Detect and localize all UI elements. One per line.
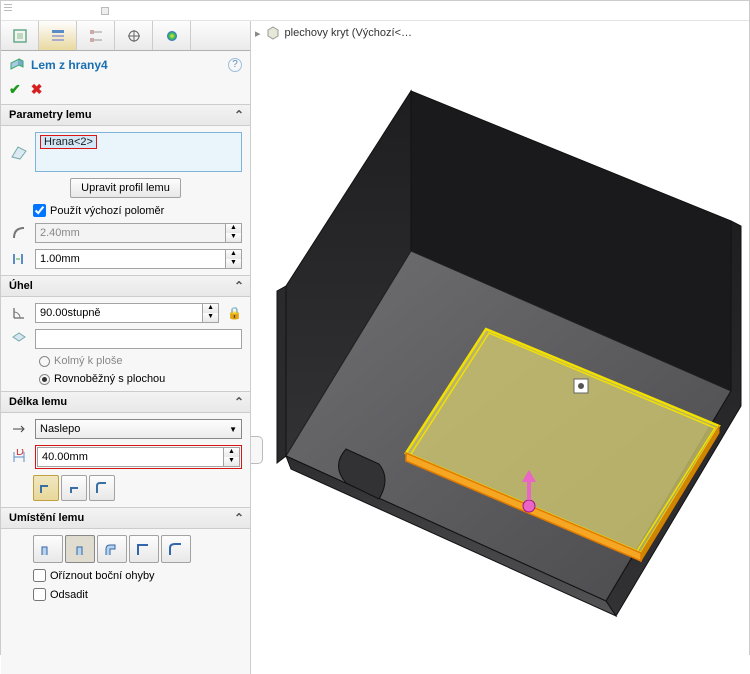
face-select-icon (9, 331, 29, 347)
gap-distance-icon (9, 251, 29, 267)
chevron-up-icon: ⌃ (234, 395, 244, 409)
model-preview (271, 61, 750, 641)
tab-feature-manager[interactable] (1, 21, 39, 50)
angle-input[interactable] (35, 303, 203, 323)
spinner-buttons[interactable]: ▲▼ (226, 249, 242, 269)
feature-title: Lem z hrany4 (31, 58, 108, 72)
tab-display-manager[interactable] (153, 21, 191, 50)
position-tangent-button[interactable] (161, 535, 191, 563)
graphics-viewport[interactable]: ▸ plechovy kryt (Výchozí<… (251, 21, 749, 674)
part-icon (265, 25, 281, 41)
length-ref-tangent-button[interactable] (89, 475, 115, 501)
svg-text:D: D (16, 449, 24, 458)
accept-button[interactable]: ✔ (9, 81, 21, 98)
chevron-up-icon: ⌃ (234, 511, 244, 525)
section-flange-parameters-header[interactable]: Parametry lemu ⌃ (1, 104, 250, 126)
breadcrumb-caret-icon[interactable]: ▸ (255, 27, 261, 40)
trim-side-bends-checkbox[interactable]: Oříznout boční ohyby (9, 569, 242, 582)
position-material-inside-button[interactable] (33, 535, 63, 563)
use-default-radius-checkbox[interactable]: Použít výchozí poloměr (9, 204, 242, 217)
breadcrumb: ▸ plechovy kryt (Výchozí<… (255, 25, 412, 41)
cancel-button[interactable]: ✖ (31, 81, 43, 98)
edge-selection-list[interactable]: Hrana<2> (35, 132, 242, 172)
edge-flange-icon (9, 57, 25, 73)
window-handle-icon (101, 7, 109, 15)
section-title: Úhel (9, 280, 33, 292)
chevron-down-icon: ▼ (229, 425, 237, 434)
spinner-buttons[interactable]: ▲▼ (203, 303, 219, 323)
help-icon[interactable]: ? (228, 58, 242, 72)
end-condition-combo[interactable]: Naslepo▼ (35, 419, 242, 439)
lock-icon[interactable]: 🔒 (227, 306, 242, 320)
position-virtual-sharp-button[interactable] (129, 535, 159, 563)
reference-face-input[interactable] (35, 329, 242, 349)
length-ref-inner-virtual-button[interactable] (61, 475, 87, 501)
angle-icon (9, 305, 29, 321)
spinner-buttons[interactable]: ▲▼ (224, 447, 240, 467)
length-ref-outer-virtual-button[interactable] (33, 475, 59, 501)
section-angle-header[interactable]: Úhel ⌃ (1, 275, 250, 297)
end-condition-icon (9, 421, 29, 437)
flange-length-input[interactable] (37, 447, 224, 467)
section-title: Délka lemu (9, 396, 67, 408)
panel-tabs (1, 21, 250, 51)
tab-configuration-manager[interactable] (77, 21, 115, 50)
edit-flange-profile-button[interactable]: Upravit profil lemu (70, 178, 181, 198)
property-manager-panel: Lem z hrany4 ? ✔ ✖ Parametry lemu ⌃ Hran… (1, 21, 251, 674)
parallel-radio: Rovnoběžný s plochou (9, 373, 242, 385)
gap-distance-input[interactable] (35, 249, 226, 269)
tab-property-manager[interactable] (39, 21, 77, 50)
breadcrumb-part-name[interactable]: plechovy kryt (Výchozí<… (285, 27, 412, 39)
section-flange-length-header[interactable]: Délka lemu ⌃ (1, 391, 250, 413)
spinner-buttons: ▲▼ (226, 223, 242, 243)
chevron-up-icon: ⌃ (234, 279, 244, 293)
section-title: Parametry lemu (9, 109, 92, 121)
selected-edge[interactable]: Hrana<2> (40, 135, 97, 149)
position-material-outside-button[interactable] (65, 535, 95, 563)
length-icon: D (9, 449, 29, 465)
section-title: Umístění lemu (9, 512, 84, 524)
offset-checkbox[interactable]: Odsadit (9, 588, 242, 601)
section-flange-position-header[interactable]: Umístění lemu ⌃ (1, 507, 250, 529)
panel-resize-handle[interactable] (251, 436, 263, 464)
bend-radius-icon (9, 225, 29, 241)
edge-selection-icon (9, 143, 29, 161)
perpendicular-radio: Kolmý k ploše (9, 355, 242, 367)
bend-radius-input (35, 223, 226, 243)
position-bend-outside-button[interactable] (97, 535, 127, 563)
chevron-up-icon: ⌃ (234, 108, 244, 122)
tab-dimxpert[interactable] (115, 21, 153, 50)
